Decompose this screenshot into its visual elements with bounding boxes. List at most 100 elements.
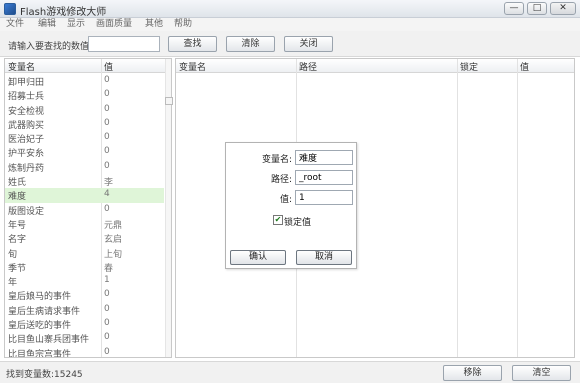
row-var-name: 皇后送吃的事件 [8,321,72,332]
table-row[interactable]: 难度 4 [5,188,164,203]
row-value: 春 [104,263,114,274]
menu-view[interactable]: 显示 [67,18,85,31]
row-value: 1 [104,275,110,286]
row-value: 0 [104,346,110,357]
row-var-name: 卸甲归田 [8,78,45,88]
row-var-name: 医治妃子 [8,135,45,146]
table-row[interactable]: 皇后送吃的事件 0 [5,317,164,331]
row-var-name: 皇后娘马的事件 [8,292,72,303]
row-var-name: 季节 [8,263,27,274]
row-value: 0 [104,89,110,100]
cancel-button[interactable]: 取消 [296,250,352,265]
header-value[interactable]: 值 [520,60,529,73]
clear-button[interactable]: 清除 [226,36,275,52]
row-var-name: 名字 [8,235,27,246]
table-row[interactable]: 比目鱼山寨兵团事件 0 [5,331,164,345]
column-divider [517,59,518,357]
row-value: 0 [104,117,110,128]
header-value[interactable]: 值 [104,60,113,73]
row-value: 玄启 [104,235,123,246]
table-row[interactable]: 旬 上旬 [5,246,164,260]
row-value: 0 [104,132,110,143]
splitter-handle[interactable] [165,97,173,105]
row-var-name: 护平安糸 [8,149,45,160]
path-label: 路径: [270,175,292,185]
row-value: 0 [104,75,110,85]
menu-help[interactable]: 帮助 [174,18,192,31]
variable-count: 找到变量数:15245 [6,370,83,380]
edit-variable-dialog: 变量名: 路径: 值: ✔ 锁定值 确认 取消 [225,142,357,269]
find-button[interactable]: 查找 [168,36,217,52]
path-field[interactable] [295,170,353,185]
table-row[interactable]: 版图设定 0 [5,203,164,217]
window-title: Flash游戏修改大师 [20,7,107,18]
maximize-icon[interactable]: □ [527,2,547,15]
row-var-name: 年 [8,278,18,289]
value-field[interactable] [295,190,353,205]
table-row[interactable]: 姓氏 李 [5,174,164,188]
row-value: 元鼎 [104,220,123,231]
table-row[interactable]: 卸甲归田 0 [5,74,164,88]
row-value: 0 [104,303,110,314]
minimize-icon[interactable]: — [504,2,524,15]
menu-quality[interactable]: 画面质量 [96,18,132,31]
status-bar: 找到变量数:15245 移除 清空 [0,361,580,383]
window-controls: — □ ✕ [504,2,576,16]
search-label: 请输入要查找的数值 [8,42,90,52]
row-value: 上旬 [104,249,123,260]
table-row[interactable]: 年1 [5,274,164,288]
row-var-name: 武器购买 [8,120,45,131]
table-row[interactable]: 招募士兵 0 [5,88,164,102]
title-bar: Flash游戏修改大师 — □ ✕ [0,0,580,18]
search-input[interactable] [88,36,160,52]
menu-bar: 文件 编辑 显示 画面质量 其他 帮助 [0,18,580,31]
row-value: 李 [104,178,114,189]
table-row[interactable]: 季节 春 [5,260,164,274]
row-value: 0 [104,332,110,343]
table-row[interactable]: 炼制丹药 0 [5,160,164,174]
close-icon[interactable]: ✕ [550,2,576,15]
clear-all-button[interactable]: 清空 [512,365,571,381]
table-row[interactable]: 安全检视 0 [5,103,164,117]
row-value: 0 [104,146,110,157]
row-var-name: 比目鱼宗宫事件 [8,349,72,358]
row-value: 0 [104,318,110,329]
row-var-name: 比目鱼山寨兵团事件 [8,335,90,346]
header-var-name[interactable]: 变量名 [179,60,206,73]
menu-edit[interactable]: 编辑 [38,18,56,31]
row-var-name: 年号 [8,220,27,231]
ok-button[interactable]: 确认 [230,250,286,265]
table-row[interactable]: 比目鱼宗宫事件 0 [5,346,164,358]
variable-list: 变量名 值 卸甲归田 0 招募士兵 0 安全检视 0 武器购买 0 医治妃子 0 护平安糸 0 炼制丹药… [4,58,172,358]
menu-other[interactable]: 其他 [145,18,163,31]
table-row[interactable]: 皇后娘马的事件 0 [5,288,164,302]
table-row[interactable]: 名字 玄启 [5,231,164,245]
lock-label: 锁定值 [284,218,312,228]
menu-file[interactable]: 文件 [6,18,24,31]
row-value: 0 [104,103,110,114]
row-value: 0 [104,160,110,171]
remove-button[interactable]: 移除 [443,365,502,381]
table-header: 变量名 路径 锁定 值 [176,59,574,73]
table-row[interactable]: 护平安糸 0 [5,145,164,159]
row-value: 0 [104,203,110,214]
table-row[interactable]: 皇后生病请求事件 0 [5,303,164,317]
row-var-name: 炼制丹药 [8,163,45,174]
header-lock[interactable]: 锁定 [460,60,478,73]
table-row[interactable]: 年号 元鼎 [5,217,164,231]
var-name-label: 变量名: [261,155,292,165]
list-header: 变量名 值 [5,59,171,73]
table-row[interactable]: 医治妃子 0 [5,131,164,145]
row-var-name: 招募士兵 [8,92,45,103]
search-toolbar: 请输入要查找的数值 查找 清除 关闭 [0,31,580,57]
header-path[interactable]: 路径 [299,60,317,73]
row-value: 0 [104,289,110,300]
var-name-field[interactable] [295,150,353,165]
header-var-name[interactable]: 变量名 [8,60,35,73]
close-button[interactable]: 关闭 [284,36,333,52]
row-var-name: 皇后生病请求事件 [8,306,81,317]
row-var-name: 安全检视 [8,106,45,117]
lock-checkbox[interactable]: ✔ [273,215,283,225]
table-row[interactable]: 武器购买 0 [5,117,164,131]
row-var-name: 姓氏 [8,178,27,189]
